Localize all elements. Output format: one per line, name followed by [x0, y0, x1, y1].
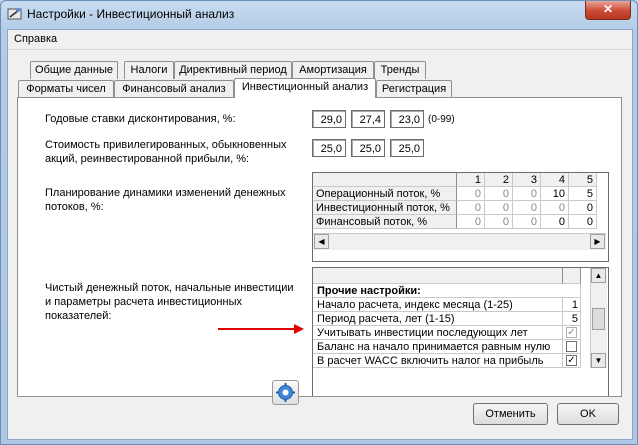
grid-hscrollbar[interactable]: ◀ ▶ [313, 233, 606, 250]
close-button[interactable]: ✕ [585, 1, 631, 20]
tab-amortization[interactable]: Амортизация [292, 61, 374, 79]
settings-button[interactable] [272, 380, 299, 405]
grid-col-header: 2 [485, 173, 513, 187]
grid-corner [313, 173, 457, 187]
setting-subsequent-investments-cell: ✓ [563, 326, 581, 340]
grid-row-label: Финансовый поток, % [313, 215, 457, 229]
capital-cost-2[interactable]: 25,0 [351, 139, 385, 157]
grid-cell[interactable]: 10 [541, 187, 569, 201]
grid-cell[interactable]: 0 [485, 201, 513, 215]
grid-cell[interactable]: 0 [569, 215, 597, 229]
scroll-left-button[interactable]: ◀ [314, 234, 329, 249]
setting-wacc-tax-cell: ✓ [563, 354, 581, 368]
other-settings-corner [313, 268, 563, 284]
discount-rates-label: Годовые ставки дисконтирования, %: [45, 113, 236, 125]
red-arrow-icon [218, 324, 304, 334]
ok-button[interactable]: OK [557, 403, 619, 425]
menu-bar: Справка [8, 30, 632, 50]
grid-cell[interactable]: 0 [485, 187, 513, 201]
grid-cell[interactable]: 0 [485, 215, 513, 229]
gear-icon [276, 383, 295, 402]
setting-wacc-tax-label: В расчет WACC включить налог на прибыль [313, 354, 563, 368]
grid-cell[interactable]: 0 [513, 187, 541, 201]
setting-period-label: Период расчета, лет (1-15) [313, 312, 563, 326]
grid-cell[interactable]: 0 [569, 201, 597, 215]
setting-zero-balance-label: Баланс на начало принимается равным нулю [313, 340, 563, 354]
setting-period-value[interactable]: 5 [563, 312, 581, 326]
grid-col-header: 1 [457, 173, 485, 187]
window-title: Настройки - Инвестиционный анализ [27, 7, 235, 21]
settings-window: Настройки - Инвестиционный анализ ✕ Спра… [0, 0, 638, 445]
subsequent-investments-checkbox[interactable]: ✓ [566, 327, 577, 338]
tab-financial-analysis[interactable]: Финансовый анализ [114, 80, 234, 98]
menu-help[interactable]: Справка [14, 33, 57, 45]
setting-start-index-value[interactable]: 1 [563, 298, 581, 312]
grid-cell[interactable]: 0 [513, 215, 541, 229]
scroll-right-button[interactable]: ▶ [590, 234, 605, 249]
grid-col-header: 3 [513, 173, 541, 187]
scroll-thumb[interactable] [592, 308, 605, 330]
title-bar[interactable]: Настройки - Инвестиционный анализ ✕ [1, 1, 637, 27]
cashflow-planning-label: Планирование динамики изменений денежных… [45, 187, 286, 213]
discount-rate-2[interactable]: 27,4 [351, 110, 385, 128]
setting-subsequent-investments-label: Учитывать инвестиции последующих лет [313, 326, 563, 340]
tab-trends[interactable]: Тренды [374, 61, 426, 79]
other-settings-vscrollbar[interactable]: ▲ ▼ [590, 268, 607, 368]
other-settings-grid[interactable]: Прочие настройки: Начало расчета, индекс… [312, 267, 609, 396]
tab-directive-period[interactable]: Директивный период [174, 61, 292, 79]
setting-zero-balance-cell [563, 340, 581, 354]
capital-cost-3[interactable]: 25,0 [390, 139, 424, 157]
setting-start-index-label: Начало расчета, индекс месяца (1-25) [313, 298, 563, 312]
zero-balance-checkbox[interactable] [566, 341, 577, 352]
scroll-down-button[interactable]: ▼ [591, 353, 606, 368]
grid-cell[interactable]: 0 [541, 215, 569, 229]
capital-cost-label: Стоимость привилегированных, обыкновенны… [45, 139, 287, 165]
grid-cell[interactable]: 0 [541, 201, 569, 215]
other-settings-header: Прочие настройки: [313, 284, 581, 298]
grid-row-label: Инвестиционный поток, % [313, 201, 457, 215]
wacc-tax-checkbox[interactable]: ✓ [566, 355, 577, 366]
grid-col-header: 4 [541, 173, 569, 187]
grid-cell[interactable]: 0 [513, 201, 541, 215]
grid-row-label: Операционный поток, % [313, 187, 457, 201]
grid-cell[interactable]: 0 [457, 201, 485, 215]
cancel-button[interactable]: Отменить [473, 403, 548, 425]
other-settings-corner2 [563, 268, 581, 284]
tab-investment-analysis[interactable]: Инвестиционный анализ [234, 78, 376, 98]
discount-range-hint: (0-99) [428, 114, 455, 125]
cashflow-grid[interactable]: 1 2 3 4 5 Операционный поток, % 0 0 0 10… [312, 172, 609, 262]
app-icon [7, 8, 22, 20]
tab-registration[interactable]: Регистрация [376, 80, 452, 98]
capital-cost-1[interactable]: 25,0 [312, 139, 346, 157]
discount-rate-1[interactable]: 29,0 [312, 110, 346, 128]
tab-number-formats[interactable]: Форматы чисел [18, 80, 114, 98]
grid-cell[interactable]: 0 [457, 187, 485, 201]
discount-rate-3[interactable]: 23,0 [390, 110, 424, 128]
grid-cell[interactable]: 5 [569, 187, 597, 201]
tab-taxes[interactable]: Налоги [124, 61, 174, 79]
dialog-body: Справка Общие данные Налоги Директивный … [7, 29, 633, 440]
tab-general[interactable]: Общие данные [30, 61, 118, 79]
grid-col-header: 5 [569, 173, 597, 187]
scroll-up-button[interactable]: ▲ [591, 268, 606, 283]
net-flow-label: Чистый денежный поток, начальные инвести… [45, 282, 294, 322]
grid-cell[interactable]: 0 [457, 215, 485, 229]
investment-analysis-panel: Годовые ставки дисконтирования, %: 29,0 … [17, 97, 622, 397]
